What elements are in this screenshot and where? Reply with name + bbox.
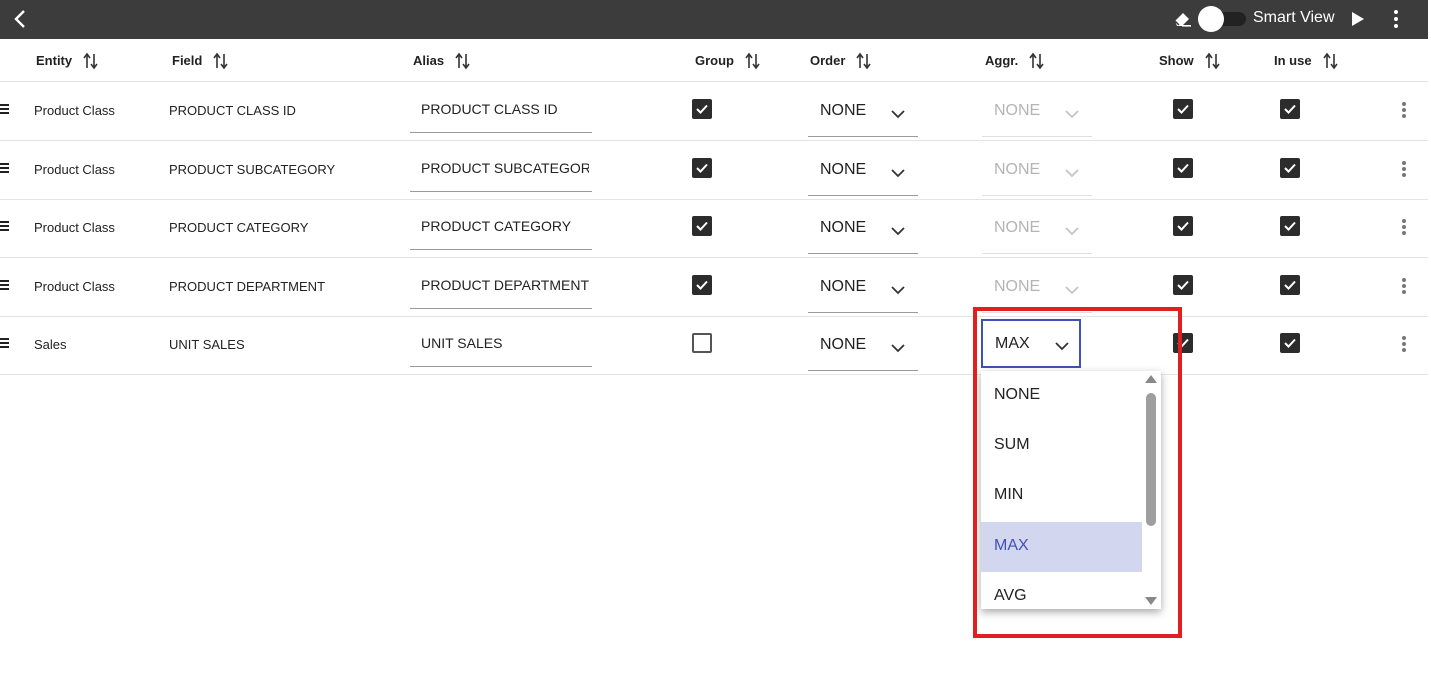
eraser-icon[interactable] [1172,10,1192,28]
sort-icon[interactable] [454,52,472,70]
drag-handle-icon[interactable] [0,338,9,348]
group-checkbox[interactable] [692,158,712,178]
chevron-down-icon [1065,227,1079,236]
table-row: Sales UNIT SALES UNIT SALES NONE [0,316,1428,375]
highlight-box [973,307,1182,638]
in-use-checkbox[interactable] [1280,99,1300,119]
in-use-checkbox[interactable] [1280,333,1300,353]
order-select[interactable]: NONE [808,209,918,254]
field-cell: UNIT SALES [169,337,245,352]
column-header-in-use[interactable]: In use [1274,40,1340,81]
alias-input[interactable]: PRODUCT CATEGORY [410,209,592,250]
chevron-down-icon [1065,286,1079,295]
table-row: Product Class PRODUCT CATEGORY PRODUCT C… [0,199,1428,258]
chevron-down-icon [891,110,905,119]
row-menu-icon[interactable] [1402,102,1408,120]
in-use-checkbox[interactable] [1280,216,1300,236]
table-row: Product Class PRODUCT SUBCATEGORY PRODUC… [0,141,1428,200]
more-menu-icon[interactable] [1387,9,1405,29]
group-checkbox[interactable] [692,333,712,353]
drag-handle-icon[interactable] [0,221,9,231]
smart-view-label: Smart View [1253,9,1335,26]
aggr-select[interactable]: NONE [982,92,1092,137]
drag-handle-icon[interactable] [0,280,9,290]
column-header-show[interactable]: Show [1159,40,1222,81]
chevron-down-icon [891,286,905,295]
table-row: Product Class PRODUCT DEPARTMENT PRODUCT… [0,258,1428,317]
group-checkbox[interactable] [692,275,712,295]
chevron-down-icon [1065,110,1079,119]
entity-cell: Product Class [34,162,115,177]
smart-view-toggle[interactable] [1198,6,1246,32]
alias-input[interactable]: PRODUCT CLASS ID [410,92,592,133]
field-cell: PRODUCT SUBCATEGORY [169,162,336,177]
column-header-group[interactable]: Group [695,40,762,81]
sort-icon[interactable] [1322,52,1340,70]
sort-icon[interactable] [1028,52,1046,70]
aggr-select[interactable]: NONE [982,151,1092,196]
entity-cell: Product Class [34,103,115,118]
top-toolbar: Smart View [0,0,1428,39]
back-arrow-icon[interactable] [10,8,32,30]
table-row: Product Class PRODUCT CLASS ID PRODUCT C… [0,82,1428,141]
order-select[interactable]: NONE [808,151,918,196]
column-header-order[interactable]: Order [810,40,873,81]
table-header: Entity Field Alias Group Order Aggr. Sho… [0,40,1428,82]
field-cell: PRODUCT CLASS ID [169,103,296,118]
row-menu-icon[interactable] [1402,219,1408,237]
in-use-checkbox[interactable] [1280,158,1300,178]
chevron-down-icon [1065,169,1079,178]
entity-cell: Product Class [34,220,115,235]
group-checkbox[interactable] [692,216,712,236]
drag-handle-icon[interactable] [0,104,9,114]
in-use-checkbox[interactable] [1280,275,1300,295]
column-header-field[interactable]: Field [172,40,230,81]
chevron-down-icon [891,344,905,353]
chevron-down-icon [891,227,905,236]
field-cell: PRODUCT CATEGORY [169,220,309,235]
show-checkbox[interactable] [1173,99,1193,119]
order-select[interactable]: NONE [808,268,918,313]
show-checkbox[interactable] [1173,216,1193,236]
sort-icon[interactable] [82,52,100,70]
sort-icon[interactable] [744,52,762,70]
group-checkbox[interactable] [692,99,712,119]
chevron-down-icon [891,169,905,178]
play-icon[interactable] [1350,10,1366,28]
aggr-select[interactable]: NONE [982,209,1092,254]
row-menu-icon[interactable] [1402,278,1408,296]
alias-input[interactable]: PRODUCT SUBCATEGOR [410,151,592,192]
show-checkbox[interactable] [1173,158,1193,178]
alias-input[interactable]: PRODUCT DEPARTMENT [410,268,592,309]
row-menu-icon[interactable] [1402,161,1408,179]
order-select[interactable]: NONE [808,92,918,137]
column-header-alias[interactable]: Alias [413,40,472,81]
column-header-aggr[interactable]: Aggr. [985,40,1046,81]
drag-handle-icon[interactable] [0,163,9,173]
sort-icon[interactable] [855,52,873,70]
row-menu-icon[interactable] [1402,336,1408,354]
show-checkbox[interactable] [1173,275,1193,295]
sort-icon[interactable] [1204,52,1222,70]
alias-input[interactable]: UNIT SALES [410,326,592,367]
sort-icon[interactable] [212,52,230,70]
field-cell: PRODUCT DEPARTMENT [169,279,326,294]
entity-cell: Product Class [34,279,115,294]
entity-cell: Sales [34,337,67,352]
order-select[interactable]: NONE [808,326,918,371]
column-header-entity[interactable]: Entity [36,40,100,81]
